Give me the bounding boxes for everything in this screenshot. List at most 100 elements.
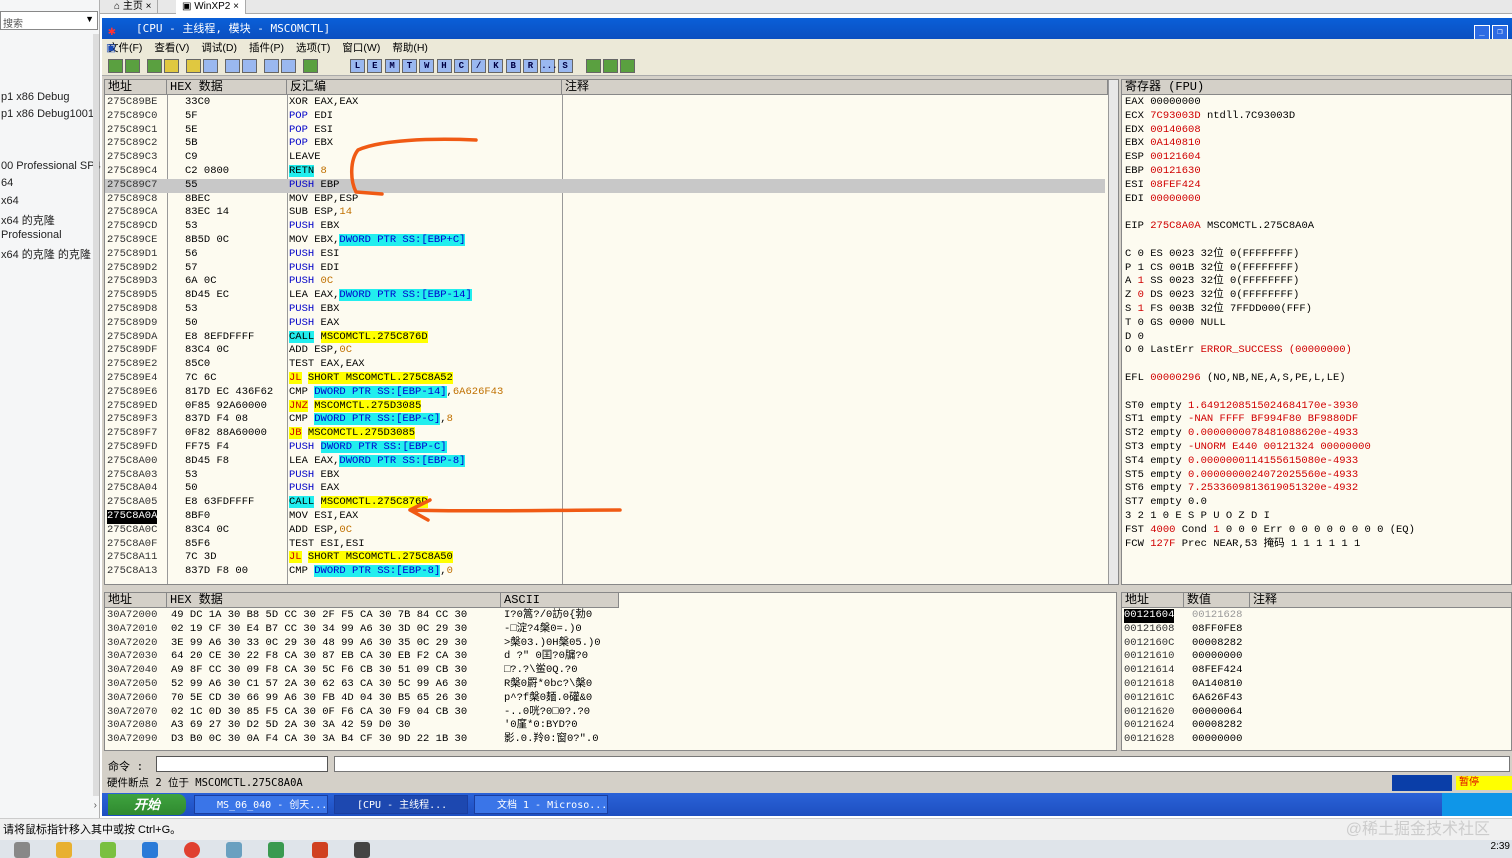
stack-row[interactable]: 0012161C 6A626F43 (1122, 692, 1511, 706)
library-item[interactable]: p1 x86 Debug (1, 91, 70, 103)
dump-row[interactable]: 30A72090 D3 B0 0C 30 0A F4 CA 30 3A B4 CF… (105, 733, 1105, 747)
disasm-row[interactable]: 275C89C2 5B POP EBX (105, 137, 1105, 151)
stack-pane[interactable]: 地址 数值 注释 00121604 00121628 00121608 08FF0FE… (1121, 592, 1512, 751)
app3-icon[interactable] (312, 842, 328, 858)
stack-row[interactable]: 00121618 0A140810 (1122, 678, 1511, 692)
stack-header-address[interactable]: 地址 (1122, 593, 1184, 608)
col-header-comment[interactable]: 注释 (562, 80, 1108, 95)
disasm-row[interactable]: 275C89CE 8B5D 0C MOV EBX,DWORD PTR SS:[EBP… (105, 234, 1105, 248)
disasm-row[interactable]: 275C8A13 837D F8 00 CMP DWORD PTR SS:[EBP-… (105, 565, 1105, 579)
disasm-row[interactable]: 275C8A00 8D45 F8 LEA EAX,DWORD PTR SS:[EBP… (105, 454, 1105, 469)
tab-winxp2[interactable]: ▣ WinXP2 × (176, 0, 246, 14)
chrome-icon[interactable] (184, 842, 200, 858)
toolbar-window-button[interactable]: C (453, 59, 469, 73)
library-item[interactable]: 64 (1, 177, 13, 189)
toolbar-window-button[interactable]: T (401, 59, 417, 73)
dump-header-hex[interactable]: HEX 数据 (167, 593, 501, 608)
toolbar-window-button[interactable]: ... (540, 59, 558, 73)
library-item[interactable]: p1 x86 Debug1001 (1, 108, 94, 120)
register-line[interactable]: ESI 08FEF424 (1125, 179, 1201, 193)
restore-button[interactable]: ❐ (1492, 25, 1508, 40)
library-search-input[interactable]: 搜索 ▼ (0, 11, 98, 30)
register-line[interactable]: EIP 275C8A0A MSCOMCTL.275C8A0A (1125, 220, 1314, 234)
toolbar-window-button[interactable]: W (419, 59, 435, 73)
dump-row[interactable]: 30A72020 3E 99 A6 30 33 0C 29 30 48 99 A6… (105, 637, 1105, 651)
pause-icon[interactable] (186, 59, 201, 73)
notepad-icon[interactable] (268, 842, 284, 858)
start-button[interactable]: 开始 (108, 794, 186, 815)
memory-dump-pane[interactable]: 地址 HEX 数据 ASCII 30A72000 49 DC 1A 30 B8 5… (104, 592, 1117, 751)
stack-row[interactable]: 00121628 00000000 (1122, 733, 1511, 747)
disasm-row[interactable]: 275C89FD FF75 F4 PUSH DWORD PTR SS:[EBP-C] (105, 441, 1105, 455)
register-line[interactable]: EAX 00000000 (1125, 96, 1201, 110)
chevron-right-icon[interactable]: › (94, 800, 97, 811)
disasm-row[interactable]: 275C89DF 83C4 0C ADD ESP,0C (105, 344, 1105, 358)
register-line[interactable]: EDI 00000000 (1125, 193, 1201, 207)
register-line[interactable]: 3 2 1 0 E S P U O Z D I (1125, 510, 1270, 524)
task-ms06040[interactable]: MS_06_040 - 创天... (194, 795, 328, 814)
disasm-row[interactable]: 275C89F7 0F82 88A60000 JB MSCOMCTL.275D308… (105, 427, 1105, 441)
register-line[interactable]: ECX 7C93003D ntdll.7C93003D (1125, 110, 1295, 124)
register-line[interactable]: C 0 ES 0023 32位 0(FFFFFFFF) (1125, 248, 1299, 262)
library-item[interactable]: x64 (1, 195, 19, 207)
col-header-address[interactable]: 地址 (105, 80, 167, 95)
trace-into-icon[interactable] (242, 59, 257, 73)
register-line[interactable]: ESP 00121604 (1125, 151, 1201, 165)
disasm-row[interactable]: 275C89C3 C9 LEAVE (105, 151, 1105, 165)
disasm-row[interactable]: 275C89C4 C2 0800 RETN 8 (105, 165, 1105, 179)
command-input[interactable] (156, 756, 328, 772)
disasm-row[interactable]: 275C8A11 7C 3D JL SHORT MSCOMCTL.275C8A50 (105, 551, 1105, 565)
menu-item[interactable]: 帮助(H) (386, 39, 434, 57)
register-line[interactable]: ST6 empty 7.2533609813619051320e-4932 (1125, 482, 1358, 496)
dump-row[interactable]: 30A72050 52 99 A6 30 C1 57 2A 30 62 63 CA… (105, 678, 1105, 692)
dump-row[interactable]: 30A72070 02 1C 0D 30 85 F5 CA 30 0F F6 CA… (105, 706, 1105, 720)
vmware-icon[interactable] (142, 842, 158, 858)
register-line[interactable]: A 1 SS 0023 32位 0(FFFFFFFF) (1125, 275, 1299, 289)
register-line[interactable]: ST5 empty 0.0000000024072025560e-4933 (1125, 469, 1358, 483)
close-icon[interactable] (147, 59, 162, 73)
register-line[interactable]: EBP 00121630 (1125, 165, 1201, 179)
register-line[interactable]: ST1 empty -NAN FFFF BF994F80 BF9880DF (1125, 413, 1358, 427)
restart-icon[interactable] (125, 59, 140, 73)
menu-item[interactable]: 窗口(W) (336, 39, 386, 57)
app4-icon[interactable] (354, 842, 370, 858)
library-item[interactable]: x64 的克隆 的克隆 (1, 246, 91, 262)
library-item[interactable]: x64 的克隆 (1, 212, 55, 228)
dump-row[interactable]: 30A72010 02 19 CF 30 E4 B7 CC 30 34 99 A6… (105, 623, 1105, 637)
menu-item[interactable]: 查看(V) (148, 39, 195, 57)
stack-row[interactable]: 00121620 00000064 (1122, 706, 1511, 720)
disasm-row[interactable]: 275C89D5 8D45 EC LEA EAX,DWORD PTR SS:[EBP… (105, 289, 1105, 303)
toolbar-window-button[interactable]: M (384, 59, 400, 73)
chevron-down-icon[interactable]: ▼ (85, 14, 94, 24)
disasm-row[interactable]: 275C89D2 57 PUSH EDI (105, 262, 1105, 276)
disasm-row[interactable]: 275C89DA E8 8EFDFFFF CALL MSCOMCTL.275C876… (105, 330, 1105, 345)
dump-row[interactable]: 30A72080 A3 69 27 30 D2 5D 2A 30 3A 42 59… (105, 719, 1105, 733)
menu-item[interactable]: 插件(P) (243, 39, 290, 57)
disasm-row[interactable]: 275C8A0F 85F6 TEST ESI,ESI (105, 538, 1105, 552)
col-header-disasm[interactable]: 反汇编 (287, 80, 562, 95)
register-line[interactable]: FCW 127F Prec NEAR,53 掩码 1 1 1 1 1 1 (1125, 538, 1360, 552)
register-line[interactable]: EBX 0A140810 (1125, 137, 1201, 151)
disasm-row[interactable]: 275C89CD 53 PUSH EBX (105, 220, 1105, 234)
system-tray[interactable] (1442, 793, 1512, 816)
run-icon[interactable] (164, 59, 179, 73)
register-line[interactable]: T 0 GS 0000 NULL (1125, 317, 1226, 331)
disasm-row[interactable]: 275C89CA 83EC 14 SUB ESP,14 (105, 206, 1105, 220)
register-line[interactable]: ST4 empty 0.0000000114155615080e-4933 (1125, 455, 1358, 469)
dump-header-ascii[interactable]: ASCII (501, 593, 619, 608)
step-into-icon[interactable] (203, 59, 218, 73)
stack-header-comment[interactable]: 注释 (1250, 593, 1511, 608)
disasm-row[interactable]: 275C89C7 55 PUSH EBP (105, 178, 1105, 193)
disasm-row[interactable]: 275C89D3 6A 0C PUSH 0C (105, 275, 1105, 289)
disasm-row[interactable]: 275C8A03 53 PUSH EBX (105, 469, 1105, 483)
register-line[interactable]: EDX 00140608 (1125, 124, 1201, 138)
disasm-row[interactable]: 275C89F3 837D F4 08 CMP DWORD PTR SS:[EBP-… (105, 413, 1105, 427)
menu-icon[interactable] (603, 59, 618, 73)
registers-pane[interactable]: 寄存器 (FPU) EAX 00000000 ECX 7C93003D ntdll… (1121, 79, 1512, 585)
options-icon[interactable] (586, 59, 601, 73)
register-line[interactable]: S 1 FS 003B 32位 7FFDD000(FFF) (1125, 303, 1312, 317)
toolbar-window-button[interactable]: K (488, 59, 504, 73)
disasm-row[interactable]: 275C89ED 0F85 92A60000 JNZ MSCOMCTL.275D30… (105, 399, 1105, 414)
goto-icon[interactable] (303, 59, 318, 73)
disasm-row[interactable]: 275C8A0C 83C4 0C ADD ESP,0C (105, 524, 1105, 538)
